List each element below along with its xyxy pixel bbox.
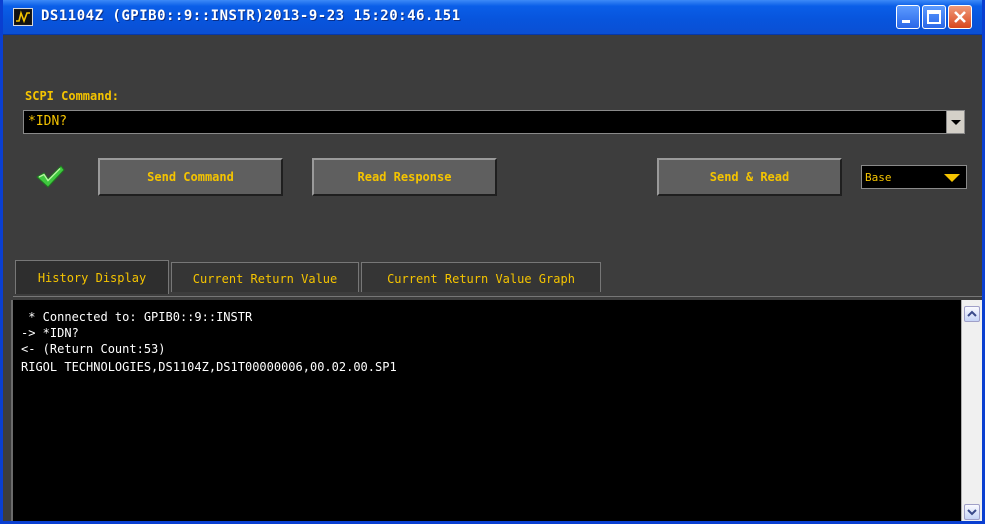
chevron-down-icon[interactable]: [946, 111, 964, 133]
tab-bar: History Display Current Return Value Cur…: [13, 260, 982, 297]
send-and-read-button[interactable]: Send & Read: [657, 158, 842, 196]
scroll-up-button[interactable]: [964, 306, 980, 322]
scroll-down-button[interactable]: [964, 504, 980, 520]
chevron-down-icon: [967, 509, 977, 516]
history-line: -> *IDN?: [21, 326, 79, 340]
send-command-button[interactable]: Send Command: [98, 158, 283, 196]
history-line: <- (Return Count:53): [21, 342, 166, 356]
history-line: * Connected to: GPIB0::9::INSTR: [21, 310, 253, 324]
minimize-button[interactable]: [896, 5, 920, 29]
mode-select[interactable]: Base: [861, 165, 967, 189]
checkmark-icon: [35, 165, 65, 193]
mode-select-value: Base: [865, 171, 892, 184]
tab-current-return-value-graph[interactable]: Current Return Value Graph: [361, 262, 601, 292]
minimize-icon: [902, 20, 910, 23]
app-window: DS1104Z (GPIB0::9::INSTR)2013-9-23 15:20…: [0, 0, 985, 524]
read-response-button[interactable]: Read Response: [312, 158, 497, 196]
close-icon: [954, 11, 966, 23]
history-display[interactable]: * Connected to: GPIB0::9::INSTR -> *IDN?…: [11, 300, 961, 521]
scpi-command-input[interactable]: *IDN?: [23, 110, 965, 134]
maximize-icon: [927, 10, 941, 24]
tab-current-return-value[interactable]: Current Return Value: [171, 262, 359, 292]
history-line: RIGOL TECHNOLOGIES,DS1104Z,DS1T00000006,…: [21, 360, 397, 374]
chevron-up-icon: [967, 310, 977, 317]
oscilloscope-app-icon: [13, 8, 33, 26]
dropdown-arrow-icon[interactable]: [944, 174, 960, 182]
close-button[interactable]: [948, 5, 972, 29]
history-scrollbar[interactable]: [961, 300, 982, 521]
title-bar[interactable]: DS1104Z (GPIB0::9::INSTR)2013-9-23 15:20…: [3, 0, 982, 35]
scpi-command-value[interactable]: *IDN?: [28, 114, 67, 129]
window-title: DS1104Z (GPIB0::9::INSTR)2013-9-23 15:20…: [41, 8, 461, 24]
tab-history-display[interactable]: History Display: [15, 260, 169, 294]
scpi-command-label: SCPI Command:: [25, 89, 119, 103]
maximize-button[interactable]: [922, 5, 946, 29]
